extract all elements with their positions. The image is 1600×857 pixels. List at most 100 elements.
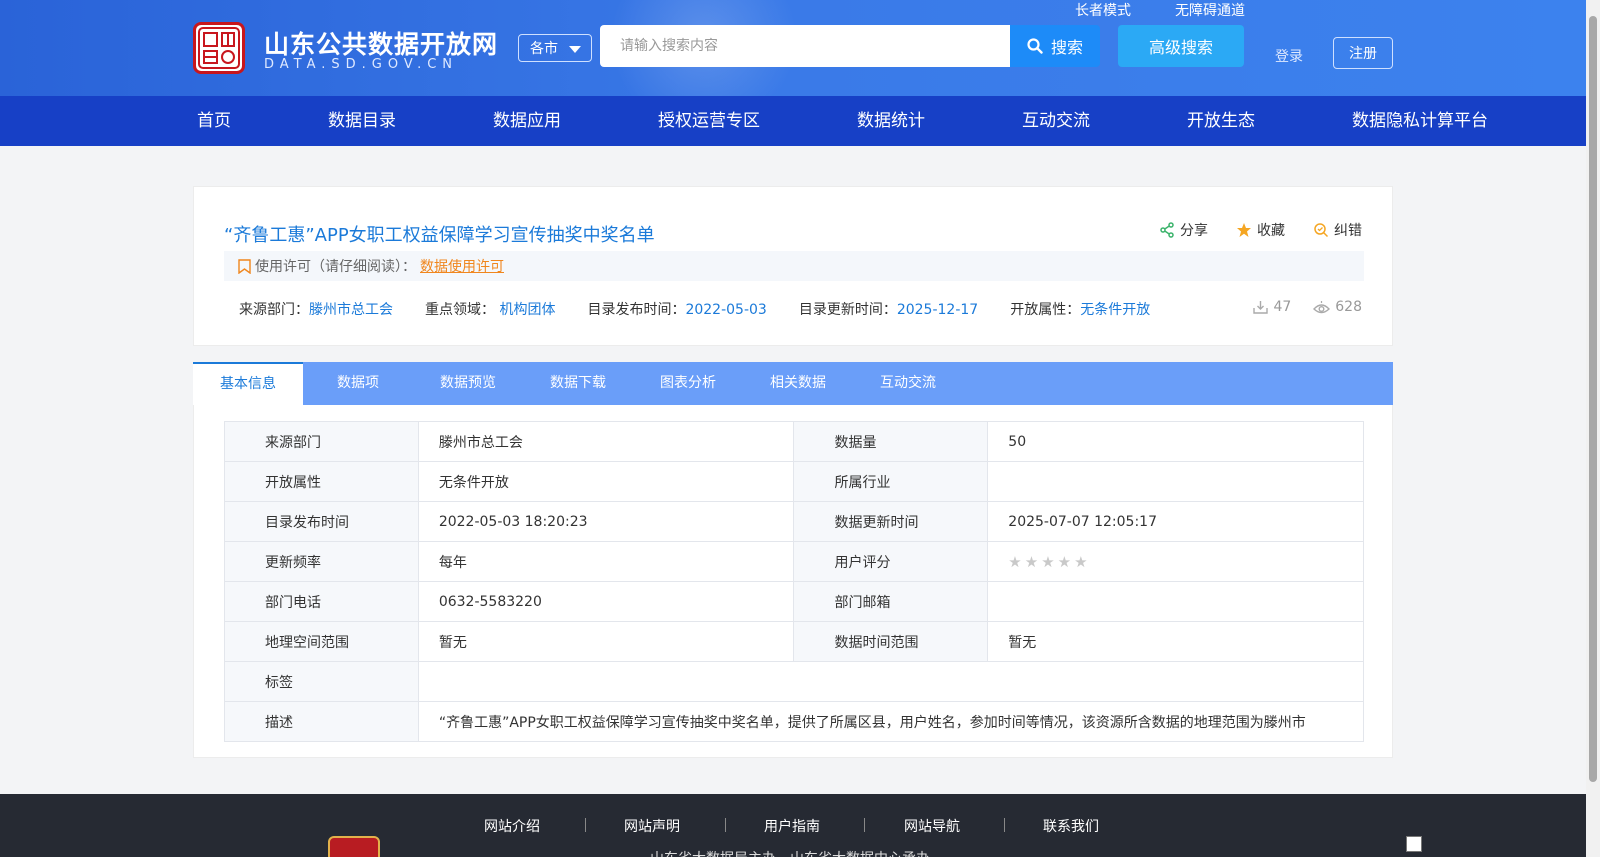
- dataset-meta: 来源部门：滕州市总工会 重点领域： 机构团体 目录发布时间：2022-05-03…: [239, 299, 1182, 319]
- advanced-search-button[interactable]: 高级搜索: [1118, 25, 1244, 67]
- table-row: 地理空间范围 暂无 数据时间范围 暂无: [224, 621, 1364, 662]
- register-button[interactable]: 注册: [1333, 37, 1393, 69]
- accessibility-link[interactable]: 无障碍通道: [1175, 0, 1245, 20]
- meta-domain-value[interactable]: 机构团体: [499, 302, 555, 318]
- tab-interaction[interactable]: 互动交流: [853, 362, 963, 405]
- bookmark-icon: [238, 258, 251, 274]
- footer-divider: [864, 818, 865, 832]
- row-value-industry: [987, 461, 1364, 502]
- footer-link-guide[interactable]: 用户指南: [764, 816, 820, 836]
- meta-open-label: 开放属性：: [1010, 302, 1081, 318]
- meta-open: 开放属性：无条件开放: [1010, 299, 1150, 319]
- download-count: 47: [1253, 299, 1291, 315]
- meta-update-value: 2025-12-17: [896, 302, 979, 318]
- nav-item-statistics[interactable]: 数据统计: [857, 96, 925, 146]
- site-logo-seal-icon[interactable]: [193, 22, 245, 74]
- nav-item-interaction[interactable]: 互动交流: [1022, 96, 1090, 146]
- row-label-publish-time: 目录发布时间: [224, 501, 419, 542]
- city-select[interactable]: 各市: [518, 34, 592, 62]
- row-value-desc: “齐鲁工惠”APP女职工权益保障学习宣传抽奖中奖名单，提供了所属区县，用户姓名，…: [417, 701, 1365, 742]
- search-button[interactable]: 搜索: [1010, 25, 1100, 67]
- nav-item-apps[interactable]: 数据应用: [493, 96, 561, 146]
- tab-data-download[interactable]: 数据下载: [523, 362, 633, 405]
- search-input[interactable]: [600, 25, 1010, 67]
- footer-link-sitemap[interactable]: 网站导航: [904, 816, 960, 836]
- meta-source-label: 来源部门：: [239, 302, 309, 318]
- search-icon: [1027, 38, 1043, 54]
- row-label-rating: 用户评分: [793, 541, 989, 582]
- broken-image-icon[interactable]: [1406, 836, 1422, 852]
- meta-update: 目录更新时间：2025-12-17: [799, 299, 978, 319]
- row-value-email: [987, 581, 1364, 622]
- footer-emblem-icon: [328, 836, 380, 857]
- table-row: 部门电话 0632-5583220 部门邮箱: [224, 581, 1364, 622]
- license-bar: 使用许可（请仔细阅读）： 数据使用许可: [224, 251, 1364, 281]
- tab-related-data[interactable]: 相关数据: [743, 362, 853, 405]
- row-value-data-volume: 50: [987, 421, 1364, 462]
- site-footer: 网站介绍 网站声明 用户指南 网站导航 联系我们 山东省大数据局主办 山东省大数…: [0, 794, 1586, 857]
- detail-tabs: 基本信息 数据项 数据预览 数据下载 图表分析 相关数据 互动交流: [193, 362, 1393, 405]
- rating-stars[interactable]: ★ ★ ★ ★ ★: [1008, 553, 1363, 571]
- nav-item-privacy-computing[interactable]: 数据隐私计算平台: [1352, 96, 1488, 146]
- table-row: 来源部门 滕州市总工会 数据量 50: [224, 421, 1364, 462]
- favorite-button[interactable]: 收藏: [1236, 220, 1285, 240]
- basic-info-table: 来源部门 滕州市总工会 数据量 50 开放属性 无条件开放 所属行业 目录发布时…: [224, 421, 1365, 742]
- city-select-label: 各市: [530, 41, 558, 57]
- site-title[interactable]: 山东公共数据开放网: [264, 25, 498, 61]
- tab-chart-analysis[interactable]: 图表分析: [633, 362, 743, 405]
- table-row: 开放属性 无条件开放 所属行业: [224, 461, 1364, 502]
- rating-star-icon[interactable]: ★: [1058, 553, 1071, 571]
- table-row: 标签: [224, 661, 1365, 702]
- dataset-title: “齐鲁工惠”APP女职工权益保障学习宣传抽奖中奖名单: [224, 225, 655, 246]
- footer-link-statement[interactable]: 网站声明: [624, 816, 680, 836]
- tab-data-items[interactable]: 数据项: [303, 362, 413, 405]
- row-value-phone: 0632-5583220: [417, 581, 795, 622]
- site-header: 山东公共数据开放网 DATA.SD.GOV.CN 各市 搜索 高级搜索 长者模式…: [0, 0, 1586, 96]
- star-icon: [1237, 223, 1251, 237]
- row-label-email: 部门邮箱: [793, 581, 989, 622]
- report-error-button[interactable]: 纠错: [1313, 220, 1362, 240]
- login-link[interactable]: 登录: [1275, 46, 1303, 66]
- row-value-time-range: 暂无: [987, 621, 1364, 662]
- nav-item-home[interactable]: 首页: [197, 96, 231, 146]
- tab-basic-info[interactable]: 基本信息: [193, 362, 303, 405]
- elder-mode-link[interactable]: 长者模式: [1075, 0, 1131, 20]
- main-nav: 首页 数据目录 数据应用 授权运营专区 数据统计 互动交流 开放生态 数据隐私计…: [0, 96, 1586, 146]
- row-label-source-dept: 来源部门: [224, 421, 419, 462]
- nav-item-authorized-ops[interactable]: 授权运营专区: [658, 96, 760, 146]
- meta-publish-label: 目录发布时间：: [587, 302, 686, 318]
- row-label-open-attr: 开放属性: [224, 461, 419, 502]
- dataset-detail-panel: 基本信息 数据项 数据预览 数据下载 图表分析 相关数据 互动交流 来源部门 滕…: [193, 362, 1393, 758]
- meta-domain-label: 重点领域：: [425, 302, 495, 318]
- row-value-rating: ★ ★ ★ ★ ★: [987, 541, 1364, 582]
- share-label: 分享: [1180, 223, 1208, 239]
- row-label-data-update: 数据更新时间: [793, 501, 989, 542]
- row-label-industry: 所属行业: [793, 461, 989, 502]
- footer-link-contact[interactable]: 联系我们: [1043, 816, 1099, 836]
- page-scrollbar[interactable]: [1586, 0, 1600, 857]
- rating-star-icon[interactable]: ★: [1025, 553, 1038, 571]
- row-label-desc: 描述: [224, 701, 419, 742]
- share-button[interactable]: 分享: [1159, 220, 1208, 240]
- rating-star-icon[interactable]: ★: [1041, 553, 1054, 571]
- rating-star-icon[interactable]: ★: [1008, 553, 1021, 571]
- report-error-label: 纠错: [1334, 223, 1362, 239]
- scrollbar-thumb[interactable]: [1589, 16, 1597, 782]
- site-domain: DATA.SD.GOV.CN: [264, 57, 459, 72]
- meta-publish-value: 2022-05-03: [685, 302, 767, 318]
- footer-link-about[interactable]: 网站介绍: [484, 816, 540, 836]
- meta-domain: 重点领域： 机构团体: [425, 299, 555, 319]
- dataset-summary-card: “齐鲁工惠”APP女职工权益保障学习宣传抽奖中奖名单 分享 收藏 纠错 使用许可…: [193, 186, 1393, 346]
- rating-star-icon[interactable]: ★: [1074, 553, 1087, 571]
- tab-data-preview[interactable]: 数据预览: [413, 362, 523, 405]
- license-link[interactable]: 数据使用许可: [420, 256, 504, 276]
- row-label-tags: 标签: [224, 661, 419, 702]
- table-row: 描述 “齐鲁工惠”APP女职工权益保障学习宣传抽奖中奖名单，提供了所属区县，用户…: [224, 701, 1365, 742]
- meta-open-value: 无条件开放: [1080, 302, 1151, 318]
- nav-item-ecosystem[interactable]: 开放生态: [1187, 96, 1255, 146]
- nav-item-catalog[interactable]: 数据目录: [328, 96, 396, 146]
- correction-icon: [1314, 223, 1329, 238]
- meta-source-value[interactable]: 滕州市总工会: [309, 302, 393, 318]
- footer-divider: [725, 818, 726, 832]
- row-value-open-attr: 无条件开放: [417, 461, 795, 502]
